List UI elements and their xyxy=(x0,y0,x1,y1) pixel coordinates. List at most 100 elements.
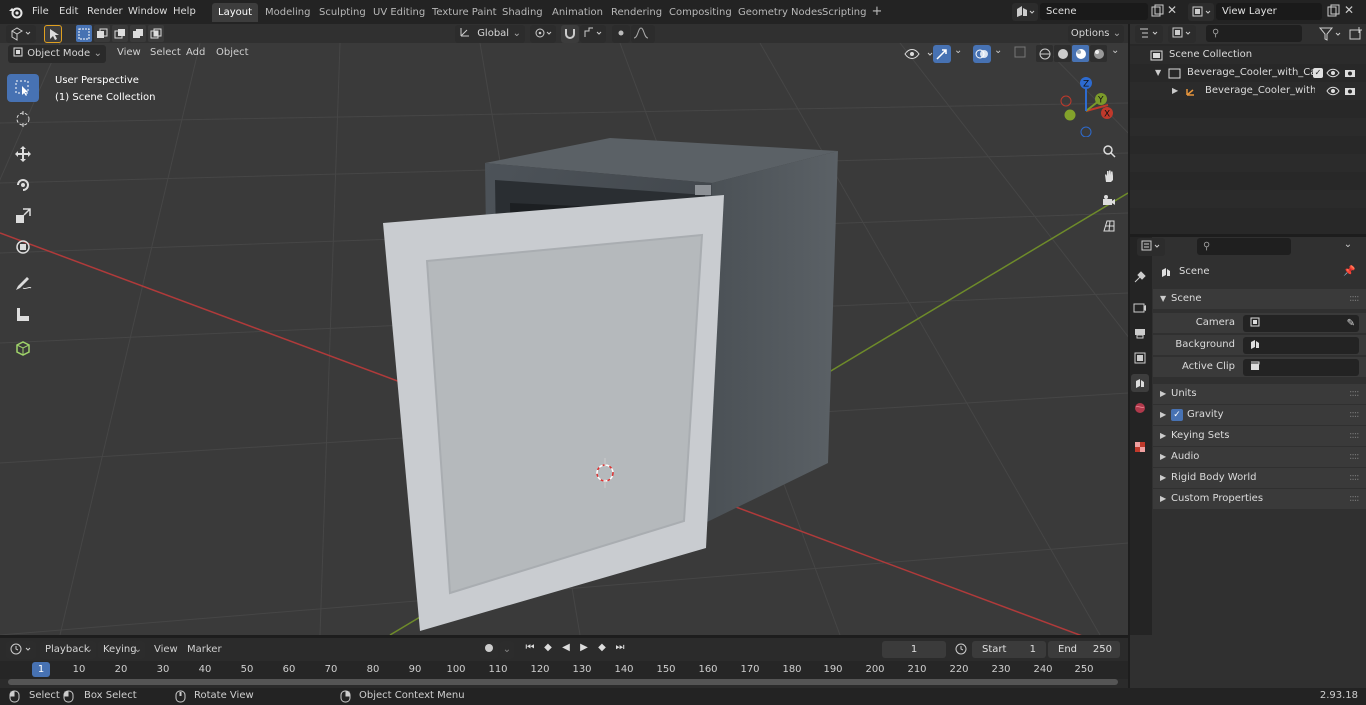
section-rigid-body-world[interactable]: ▶ Rigid Body World :::: xyxy=(1153,468,1366,488)
expand-arrow-icon[interactable]: ▼ xyxy=(1155,64,1161,82)
transform-tool[interactable] xyxy=(7,233,39,261)
include-checkbox-icon[interactable]: ✓ xyxy=(1313,68,1323,78)
drag-handle-icon[interactable]: :::: xyxy=(1349,489,1360,509)
menu-file[interactable]: File xyxy=(32,4,49,20)
section-gravity[interactable]: ▶ ✓ Gravity :::: xyxy=(1153,405,1366,425)
prev-keyframe-icon[interactable]: ◆ xyxy=(540,642,556,658)
outliner-row-collection[interactable]: ▼ Beverage_Cooler_with_Cans_ ✓ xyxy=(1130,64,1366,82)
delete-view-layer-icon[interactable]: ✕ xyxy=(1344,3,1358,19)
menu-render[interactable]: Render xyxy=(87,4,123,20)
jump-start-icon[interactable]: ⏮ xyxy=(522,642,538,658)
tab-rendering[interactable]: Rendering xyxy=(605,3,668,22)
timeline-editor-type-button[interactable] xyxy=(6,641,36,659)
select-extend-icon[interactable] xyxy=(94,25,110,42)
camera-field[interactable]: ✎ xyxy=(1243,315,1359,332)
overlay-toggle[interactable] xyxy=(973,45,991,63)
select-intersect-icon[interactable] xyxy=(148,25,164,42)
select-subtract-icon[interactable] xyxy=(112,25,128,42)
scene-name-field[interactable]: Scene xyxy=(1040,3,1148,20)
gizmo-toggle[interactable] xyxy=(933,45,951,63)
properties-editor-type-button[interactable] xyxy=(1137,238,1165,256)
transform-orientation-dropdown[interactable]: Global ⌄ xyxy=(455,25,525,43)
viewport-menu-object[interactable]: Object xyxy=(216,44,249,62)
tab-geometry-nodes[interactable]: Geometry Nodes xyxy=(732,3,828,22)
jump-end-icon[interactable]: ⏭ xyxy=(612,642,628,658)
end-frame-field[interactable]: End 250 xyxy=(1048,641,1120,658)
eyedropper-icon[interactable]: ✎ xyxy=(1347,315,1355,332)
display-mode-button[interactable] xyxy=(1168,25,1196,43)
output-tab-icon[interactable] xyxy=(1131,324,1149,342)
zoom-icon[interactable] xyxy=(1098,140,1120,162)
blender-logo-icon[interactable] xyxy=(8,4,24,20)
snap-toggle[interactable] xyxy=(561,25,579,43)
camera-render-icon[interactable] xyxy=(1344,67,1358,79)
rendered-shading-icon[interactable] xyxy=(1090,45,1107,62)
material-preview-icon[interactable] xyxy=(1072,45,1089,62)
tool-tab-icon[interactable] xyxy=(1131,268,1149,286)
menu-window[interactable]: Window xyxy=(128,4,167,20)
play-icon[interactable]: ▶ xyxy=(576,642,592,658)
select-invert-icon[interactable] xyxy=(130,25,146,42)
section-custom-properties[interactable]: ▶ Custom Properties :::: xyxy=(1153,489,1366,509)
tab-compositing[interactable]: Compositing xyxy=(663,3,738,22)
tab-modeling[interactable]: Modeling xyxy=(259,3,317,22)
add-workspace-icon[interactable]: + xyxy=(870,5,884,19)
menu-help[interactable]: Help xyxy=(173,4,196,20)
pan-hand-icon[interactable] xyxy=(1098,165,1120,187)
copy-scene-icon[interactable] xyxy=(1150,4,1164,18)
tab-uv-editing[interactable]: UV Editing xyxy=(367,3,431,22)
chevron-down-icon[interactable]: ⌄ xyxy=(1111,45,1119,56)
tab-scripting[interactable]: Scripting xyxy=(816,3,872,22)
viewport-menu-view[interactable]: View xyxy=(117,44,141,62)
drag-handle-icon[interactable]: :::: xyxy=(1349,447,1360,467)
scene-tab-icon[interactable] xyxy=(1131,374,1149,392)
tab-layout[interactable]: Layout xyxy=(212,3,258,22)
eye-icon[interactable] xyxy=(1326,85,1340,97)
rotate-tool[interactable] xyxy=(7,171,39,199)
viewport-menu-select[interactable]: Select xyxy=(150,44,181,62)
chevron-down-icon[interactable]: ⌄ xyxy=(994,45,1002,56)
navigation-gizmo[interactable]: X Y Z xyxy=(1056,73,1120,137)
proportional-falloff-dropdown[interactable] xyxy=(631,25,655,43)
drag-handle-icon[interactable]: :::: xyxy=(1349,405,1360,425)
world-tab-icon[interactable] xyxy=(1131,399,1149,417)
new-collection-button[interactable] xyxy=(1348,26,1364,42)
options-dropdown[interactable]: Options ⌄ xyxy=(1068,25,1124,43)
active-clip-field[interactable] xyxy=(1243,359,1359,376)
gravity-checkbox[interactable]: ✓ xyxy=(1171,409,1183,421)
select-box-tool[interactable] xyxy=(7,74,39,102)
active-tool-button[interactable] xyxy=(44,25,62,43)
copy-view-layer-icon[interactable] xyxy=(1326,4,1340,18)
add-cube-tool[interactable] xyxy=(7,334,39,362)
next-keyframe-icon[interactable]: ◆ xyxy=(594,642,610,658)
drag-handle-icon[interactable]: :::: xyxy=(1349,426,1360,446)
scene-panel-header[interactable]: ▼ Scene :::: xyxy=(1153,289,1366,309)
chevron-down-icon[interactable]: ⌄ xyxy=(954,45,962,56)
tab-animation[interactable]: Animation xyxy=(546,3,609,22)
view-layer-name-field[interactable]: View Layer xyxy=(1216,3,1322,20)
view-layer-tab-icon[interactable] xyxy=(1131,349,1149,367)
editor-type-button[interactable] xyxy=(6,25,36,43)
mode-dropdown[interactable]: Object Mode ⌄ xyxy=(8,45,106,63)
snap-target-dropdown[interactable] xyxy=(580,25,606,43)
camera-view-icon[interactable] xyxy=(1098,190,1120,212)
texture-tab-icon[interactable] xyxy=(1131,438,1149,456)
xray-toggle[interactable] xyxy=(1014,46,1028,60)
tab-texture-paint[interactable]: Texture Paint xyxy=(426,3,503,22)
timeline-scrollbar[interactable] xyxy=(8,679,1118,685)
3d-viewport[interactable]: EER EER EER AN AN AN xyxy=(0,43,1128,635)
preview-range-icon[interactable] xyxy=(954,642,968,656)
wireframe-shading-icon[interactable] xyxy=(1036,45,1053,62)
current-frame-field[interactable]: 1 xyxy=(882,641,946,658)
delete-scene-icon[interactable]: ✕ xyxy=(1167,3,1181,19)
properties-options-chevron-icon[interactable]: ⌄ xyxy=(1340,239,1356,255)
section-audio[interactable]: ▶ Audio :::: xyxy=(1153,447,1366,467)
timeline-menu-view[interactable]: View xyxy=(154,641,178,659)
camera-render-icon[interactable] xyxy=(1344,85,1358,97)
section-keying-sets[interactable]: ▶ Keying Sets :::: xyxy=(1153,426,1366,446)
properties-search-input[interactable]: ⚲ xyxy=(1197,238,1291,255)
timeline-menu-keying[interactable]: Keying ⌄ xyxy=(98,641,145,659)
drag-handle-icon[interactable]: :::: xyxy=(1349,384,1360,404)
scene-browse-button[interactable] xyxy=(1012,3,1038,21)
select-new-icon[interactable] xyxy=(76,25,92,42)
